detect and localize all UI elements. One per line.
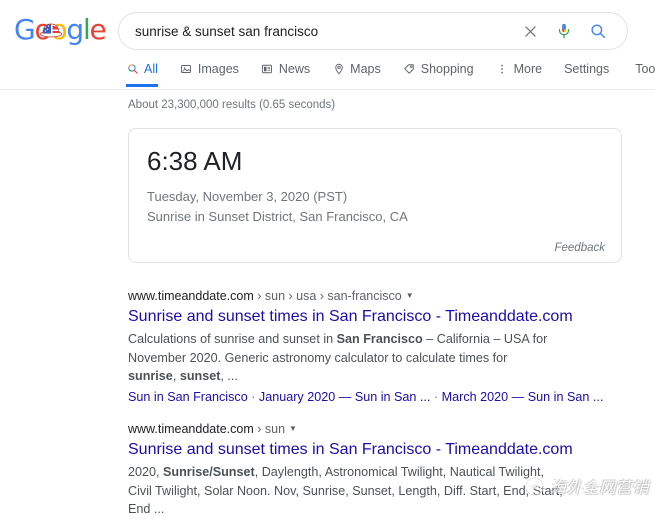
search-result-1: www.timeanddate.com › sun › usa › san-fr… xyxy=(128,287,628,406)
result-sitelinks-1: Sun in San Francisco · January 2020 — Su… xyxy=(128,388,628,406)
voice-search-button[interactable] xyxy=(547,13,581,49)
sitelink-separator: · xyxy=(430,390,441,404)
tab-tools[interactable]: Tools xyxy=(635,58,655,87)
logo-letter-o1: o xyxy=(35,13,51,46)
snippet-text: , ... xyxy=(220,369,238,383)
close-icon xyxy=(522,23,539,40)
snippet-highlight: Sunrise/Sunset xyxy=(163,465,255,479)
microphone-icon xyxy=(555,22,573,40)
map-pin-icon xyxy=(332,63,345,76)
search-nav-bar: All Images News xyxy=(0,58,655,90)
tag-icon xyxy=(403,63,416,76)
logo-letter-g2: g xyxy=(66,13,83,46)
tab-more[interactable]: More xyxy=(496,58,542,87)
result-url-1: www.timeanddate.com › sun › usa › san-fr… xyxy=(128,287,628,305)
tab-images[interactable]: Images xyxy=(180,58,239,87)
search-result-2: www.timeanddate.com › sun ▼ Sunrise and s… xyxy=(128,420,628,519)
answer-date: Tuesday, November 3, 2020 (PST) xyxy=(147,187,347,207)
search-icon xyxy=(589,22,607,40)
result-stats: About 23,300,000 results (0.65 seconds) xyxy=(128,90,655,111)
snippet-text: Calculations of sunrise and sunset in xyxy=(128,332,337,346)
snippet-highlight: San Francisco xyxy=(337,332,423,346)
search-icon xyxy=(126,63,139,76)
tab-settings-label: Settings xyxy=(564,62,609,76)
result-snippet-2: 2020, Sunrise/Sunset, Daylength, Astrono… xyxy=(128,463,568,519)
tab-all-label: All xyxy=(144,62,158,76)
google-logo-text: Google xyxy=(14,14,108,46)
chevron-down-icon[interactable]: ▼ xyxy=(406,287,414,305)
result-title-1[interactable]: Sunrise and sunset times in San Francisc… xyxy=(128,306,628,328)
result-domain-2: www.timeanddate.com xyxy=(128,422,254,436)
result-breadcrumbs-1: › sun › usa › san-francisco xyxy=(254,289,402,303)
tab-shopping-label: Shopping xyxy=(421,62,474,76)
more-vertical-icon xyxy=(496,63,509,76)
search-input[interactable] xyxy=(119,13,513,49)
result-snippet-1: Calculations of sunrise and sunset in Sa… xyxy=(128,330,548,386)
logo-letter-o2: o xyxy=(50,13,66,46)
result-breadcrumbs-2: › sun xyxy=(254,422,285,436)
tab-all[interactable]: All xyxy=(126,58,158,87)
result-url-2: www.timeanddate.com › sun ▼ xyxy=(128,420,628,438)
logo-letter-l: l xyxy=(83,13,90,46)
tab-maps-label: Maps xyxy=(350,62,381,76)
tab-more-label: More xyxy=(514,62,542,76)
snippet-text: 2020, xyxy=(128,465,163,479)
tab-shopping[interactable]: Shopping xyxy=(403,58,474,87)
answer-time: 6:38 AM xyxy=(147,146,242,176)
snippet-text: , xyxy=(173,369,180,383)
sitelink[interactable]: January 2020 — Sun in San ... xyxy=(259,390,431,404)
tab-news[interactable]: News xyxy=(261,58,310,87)
snippet-highlight: sunset xyxy=(180,369,221,383)
answer-location: Sunrise in Sunset District, San Francisc… xyxy=(147,207,408,227)
search-submit-button[interactable] xyxy=(581,13,615,49)
feedback-link[interactable]: Feedback xyxy=(554,242,605,254)
search-box[interactable] xyxy=(118,12,628,50)
tab-maps[interactable]: Maps xyxy=(332,58,381,87)
answer-box: 6:38 AM Tuesday, November 3, 2020 (PST) … xyxy=(128,128,622,263)
page-header: Google xyxy=(0,0,655,58)
sitelink[interactable]: Sun in San Francisco xyxy=(128,390,248,404)
results-container: About 23,300,000 results (0.65 seconds) … xyxy=(0,90,655,111)
result-domain-1: www.timeanddate.com xyxy=(128,289,254,303)
clear-search-button[interactable] xyxy=(513,13,547,49)
logo-letter-e: e xyxy=(90,13,106,46)
image-icon xyxy=(180,63,193,76)
sitelink[interactable]: March 2020 — Sun in San ... xyxy=(442,390,604,404)
search-tabs: All Images News xyxy=(126,58,655,90)
sitelink-separator: · xyxy=(248,390,259,404)
news-icon xyxy=(261,63,274,76)
google-logo[interactable]: Google xyxy=(14,14,108,46)
search-box-actions xyxy=(513,13,627,49)
tab-settings[interactable]: Settings xyxy=(564,58,609,87)
logo-letter-g1: G xyxy=(14,13,35,46)
result-title-2[interactable]: Sunrise and sunset times in San Francisc… xyxy=(128,439,628,461)
tab-images-label: Images xyxy=(198,62,239,76)
tab-tools-label: Tools xyxy=(635,62,655,76)
chevron-down-icon[interactable]: ▼ xyxy=(289,420,297,438)
tab-news-label: News xyxy=(279,62,310,76)
snippet-highlight: sunrise xyxy=(128,369,173,383)
